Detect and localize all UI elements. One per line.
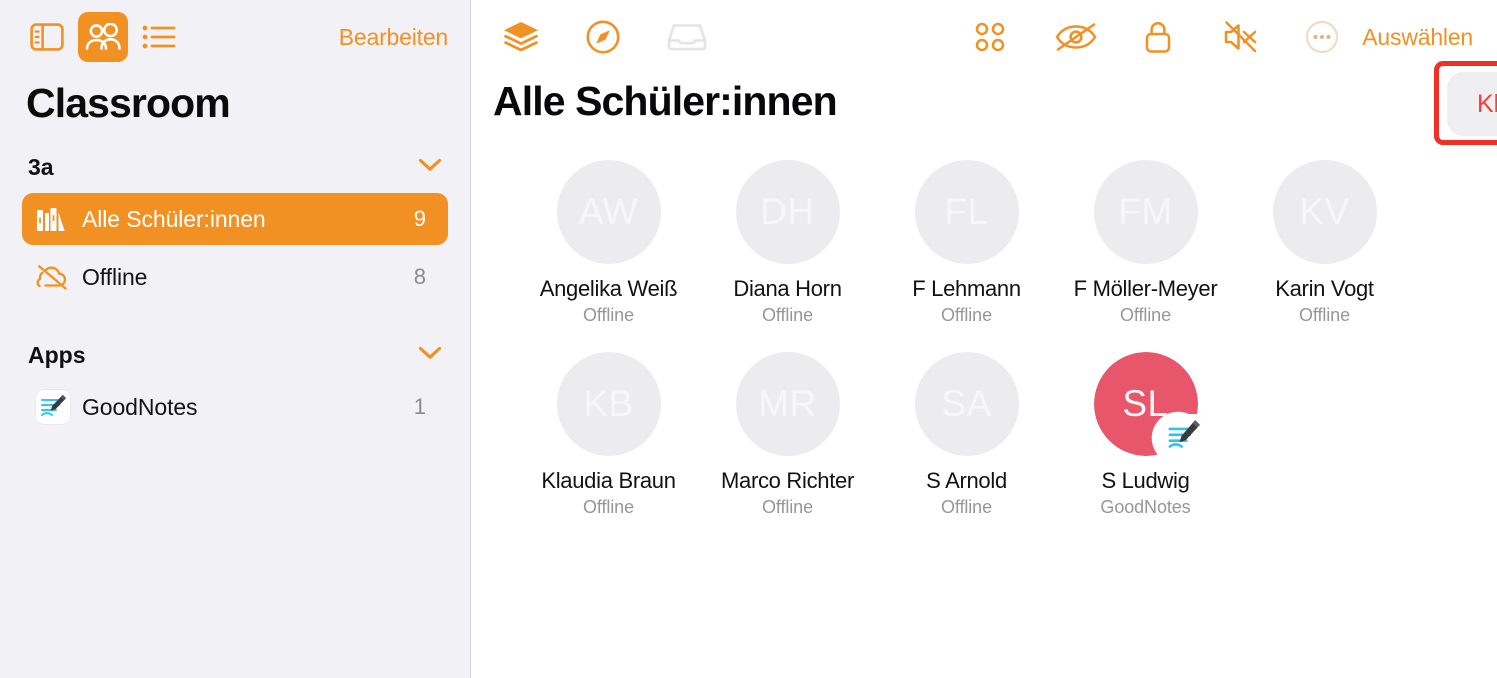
avatar: SA <box>914 352 1019 456</box>
sidebar-section-header-apps[interactable]: Apps <box>0 329 470 381</box>
student-grid: AW Angelika Weiß Offline DH Diana Horn Offlin… <box>471 160 1497 544</box>
student-card[interactable]: DH Diana Horn Offline <box>698 160 877 326</box>
avatar-wrap: SL <box>1093 352 1206 458</box>
student-status: Offline <box>941 305 992 325</box>
main-content: Auswählen Alle Schüler:innen Klasse been… <box>471 0 1497 678</box>
student-card[interactable]: MR Marco Richter Offline <box>698 352 877 518</box>
sidebar: Bearbeiten Classroom 3a Alle Schüler:inn… <box>0 0 471 678</box>
student-name: Angelika Weiß <box>539 276 678 301</box>
sidebar-toolbar: Bearbeiten <box>0 0 470 74</box>
sidebar-item-count: 9 <box>413 206 426 231</box>
end-class-label: Klasse beenden <box>1477 89 1497 118</box>
student-card[interactable]: SL S Ludwig GoodNotes <box>1056 352 1235 518</box>
avatar: FM <box>1093 160 1198 264</box>
avatar-wrap: AW <box>556 160 661 264</box>
more-ellipsis-icon[interactable] <box>1294 12 1350 62</box>
student-status: Offline <box>583 305 634 325</box>
avatar: AW <box>556 160 661 264</box>
sidebar-section-label: 3a <box>28 153 54 180</box>
inbox-tray-icon <box>659 12 715 62</box>
student-status: Offline <box>762 305 813 325</box>
goodnotes-app-icon <box>36 390 76 424</box>
layers-icon[interactable] <box>493 12 549 62</box>
student-name: S Arnold <box>926 468 1007 493</box>
cloud-slash-icon <box>36 264 76 290</box>
goodnotes-app-icon <box>1161 414 1206 458</box>
page-title: Classroom <box>26 80 231 126</box>
books-icon <box>36 206 76 232</box>
sidebar-item-count: 8 <box>413 264 426 289</box>
chevron-down-icon[interactable] <box>418 158 442 177</box>
people-icon[interactable] <box>78 12 128 62</box>
student-status: GoodNotes <box>1100 497 1191 517</box>
student-status: Offline <box>762 497 813 517</box>
student-card[interactable]: FL F Lehmann Offline <box>877 160 1056 326</box>
app-grid-icon[interactable] <box>962 12 1018 62</box>
student-status: Offline <box>941 497 992 517</box>
main-heading: Alle Schüler:innen <box>493 78 838 124</box>
eye-slash-icon[interactable] <box>1048 12 1104 62</box>
sidebar-item-goodnotes[interactable]: GoodNotes 1 <box>22 381 448 433</box>
sidebar-section-label: Apps <box>28 341 86 368</box>
sidebar-item-label: Alle Schüler:innen <box>82 205 266 232</box>
student-status: Offline <box>1120 305 1171 325</box>
avatar-wrap: KV <box>1272 160 1377 264</box>
edit-button[interactable]: Bearbeiten <box>339 24 448 51</box>
classroom-app-window: Bearbeiten Classroom 3a Alle Schüler:inn… <box>0 0 1497 678</box>
avatar-wrap: DH <box>735 160 840 264</box>
avatar: DH <box>735 160 840 264</box>
avatar: KV <box>1272 160 1377 264</box>
student-name: Karin Vogt <box>1275 276 1374 301</box>
end-class-button[interactable]: Klasse beenden <box>1447 72 1497 136</box>
sidebar-section-header-3a[interactable]: 3a <box>0 141 470 193</box>
student-card[interactable]: SA S Arnold Offline <box>877 352 1056 518</box>
student-name: Klaudia Braun <box>541 468 676 493</box>
sidebar-item-alle-schuelerinnen[interactable]: Alle Schüler:innen 9 <box>22 193 448 245</box>
lock-icon[interactable] <box>1130 12 1186 62</box>
avatar-wrap: SA <box>914 352 1019 456</box>
student-card[interactable]: FM F Möller-Meyer Offline <box>1056 160 1235 326</box>
avatar: KB <box>556 352 661 456</box>
sidebar-item-label: GoodNotes <box>82 393 198 420</box>
sidebar-item-label: Offline <box>82 263 148 290</box>
sidebar-item-count: 1 <box>413 394 426 419</box>
student-status: Offline <box>583 497 634 517</box>
chevron-down-icon[interactable] <box>418 346 442 365</box>
student-card[interactable]: KV Karin Vogt Offline <box>1235 160 1414 326</box>
student-card[interactable]: AW Angelika Weiß Offline <box>519 160 698 326</box>
sidebar-toggle-icon[interactable] <box>22 12 72 62</box>
student-name: Diana Horn <box>733 276 842 301</box>
main-toolbar: Auswählen <box>471 0 1497 74</box>
select-button[interactable]: Auswählen <box>1362 24 1473 51</box>
student-name: F Lehmann <box>912 276 1021 301</box>
navigate-compass-icon[interactable] <box>575 12 631 62</box>
avatar-wrap: FL <box>914 160 1019 264</box>
student-status: Offline <box>1299 305 1350 325</box>
avatar-wrap: FM <box>1093 160 1198 264</box>
avatar: MR <box>735 352 840 456</box>
bullet-list-icon[interactable] <box>134 12 184 62</box>
avatar-wrap: MR <box>735 352 840 456</box>
student-name: F Möller-Meyer <box>1073 276 1218 301</box>
avatar-wrap: KB <box>556 352 661 456</box>
student-card[interactable]: KB Klaudia Braun Offline <box>519 352 698 518</box>
student-name: Marco Richter <box>720 468 855 493</box>
student-name: S Ludwig <box>1101 468 1190 493</box>
sidebar-item-offline[interactable]: Offline 8 <box>22 251 448 303</box>
avatar: FL <box>914 160 1019 264</box>
speaker-slash-icon[interactable] <box>1212 12 1268 62</box>
end-class-highlight-box: Klasse beenden <box>1434 61 1497 145</box>
